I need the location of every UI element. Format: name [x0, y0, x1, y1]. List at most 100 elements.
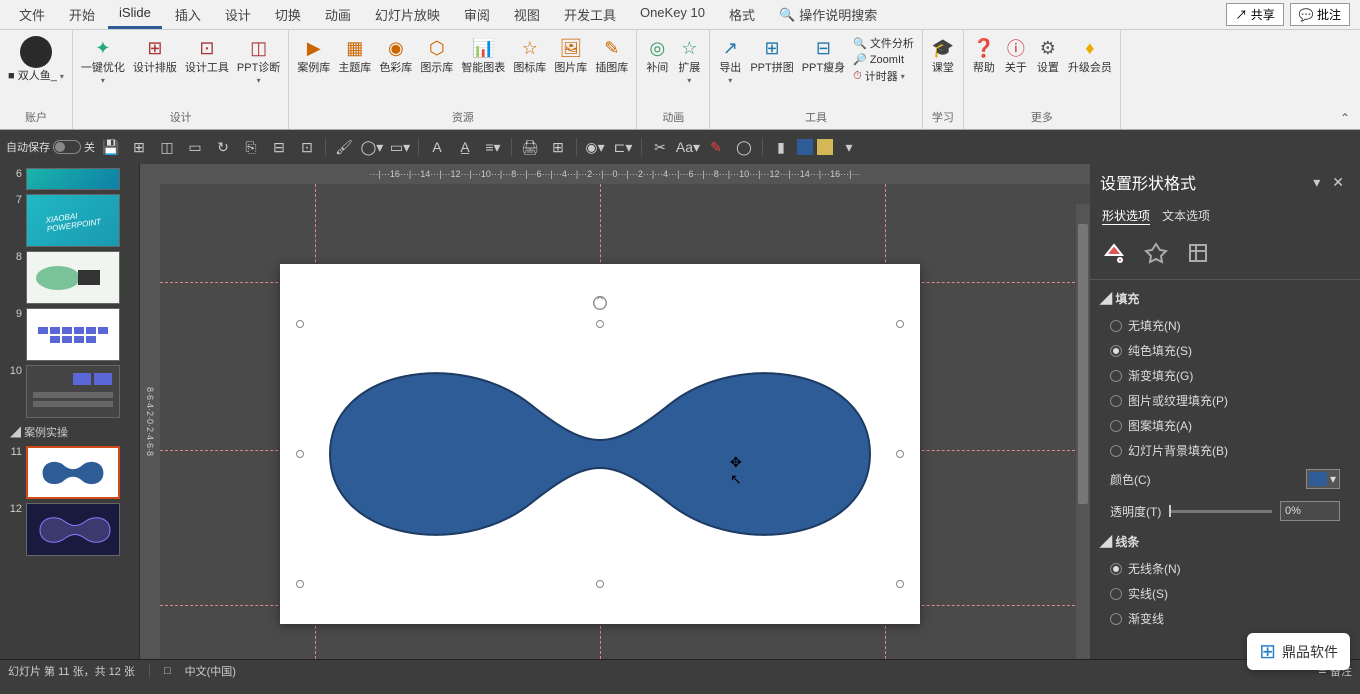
shape-selected[interactable] — [300, 324, 900, 584]
line-section[interactable]: ◢ 线条 — [1090, 527, 1360, 556]
slide-panel[interactable]: 6 7XIAOBAIPOWERPOINT 8 9 10 ◢ 案例实操 11 12 — [0, 164, 140, 659]
line-gradient[interactable]: 渐变线 — [1090, 606, 1360, 631]
tab-animation[interactable]: 动画 — [314, 0, 362, 29]
qat-btn[interactable]: ⊟ — [267, 135, 291, 159]
qat-btn[interactable]: ⊏▾ — [611, 135, 635, 159]
sel-handle[interactable] — [896, 450, 904, 458]
sel-handle[interactable] — [296, 580, 304, 588]
btn-classroom[interactable]: 🎓课堂 — [929, 34, 957, 76]
qat-color[interactable] — [817, 139, 833, 155]
line-solid[interactable]: 实线(S) — [1090, 581, 1360, 606]
btn-help[interactable]: ❓帮助 — [970, 34, 998, 76]
btn-about[interactable]: ⓘ关于 — [1002, 34, 1030, 76]
qat-btn[interactable]: Aa▾ — [676, 135, 700, 159]
tab-islide[interactable]: iSlide — [108, 0, 162, 29]
fill-line-icon[interactable] — [1100, 239, 1128, 267]
pane-menu[interactable]: ▾ — [1307, 172, 1326, 193]
tab-shape-options[interactable]: 形状选项 — [1100, 204, 1152, 227]
sel-handle[interactable] — [596, 320, 604, 328]
btn-optimize[interactable]: ✦一键优化▾ — [79, 34, 127, 87]
btn-theme-lib[interactable]: ▦主题库 — [336, 34, 373, 76]
qat-btn[interactable]: 🖌 — [332, 135, 356, 159]
canvas[interactable]: ✥↖ — [160, 184, 1090, 659]
qat-btn[interactable]: ⎘ — [239, 135, 263, 159]
fill-slide-bg[interactable]: 幻灯片背景填充(B) — [1090, 438, 1360, 463]
btn-extend[interactable]: ☆扩展▾ — [675, 34, 703, 87]
color-picker[interactable]: ▾ — [1306, 469, 1340, 489]
qat-color[interactable] — [797, 139, 813, 155]
tell-me[interactable]: 🔍 操作说明搜索 — [768, 0, 888, 29]
eyedropper-icon[interactable]: ✎ — [704, 135, 728, 159]
btn-color-lib[interactable]: ◉色彩库 — [377, 34, 414, 76]
btn-icon-lib[interactable]: ☆图标库 — [511, 34, 548, 76]
opacity-input[interactable] — [1280, 501, 1340, 521]
tab-transition[interactable]: 切换 — [264, 0, 312, 29]
section-header[interactable]: ◢ 案例实操 — [2, 420, 137, 444]
fill-solid[interactable]: 纯色填充(S) — [1090, 338, 1360, 363]
qat-btn[interactable]: A — [425, 135, 449, 159]
tab-devtools[interactable]: 开发工具 — [553, 0, 627, 29]
ribbon-collapse[interactable]: ⌃ — [1340, 111, 1360, 129]
qat-btn[interactable]: ◯▾ — [360, 135, 384, 159]
slide-thumb[interactable]: XIAOBAIPOWERPOINT — [26, 194, 120, 247]
sel-handle[interactable] — [596, 580, 604, 588]
qat-btn[interactable]: ⊡ — [295, 135, 319, 159]
qat-btn[interactable]: ◫ — [155, 135, 179, 159]
language[interactable]: 中文(中国) — [185, 663, 236, 679]
autosave-toggle[interactable]: 自动保存 关 — [6, 139, 95, 155]
account-avatar[interactable]: ■ 双人鱼_ ▾ — [6, 34, 66, 84]
fill-section[interactable]: ◢ 填充 — [1090, 284, 1360, 313]
btn-ppt-collage[interactable]: ⊞PPT拼图 — [748, 34, 795, 76]
qat-btn[interactable]: ↻ — [211, 135, 235, 159]
qat-btn[interactable]: ▭ — [183, 135, 207, 159]
opacity-slider[interactable] — [1169, 510, 1272, 513]
spell-icon[interactable]: □ — [164, 665, 171, 677]
fill-gradient[interactable]: 渐变填充(G) — [1090, 363, 1360, 388]
btn-file-analyze[interactable]: 🔍文件分析 — [851, 34, 916, 52]
btn-case-lib[interactable]: ▶案例库 — [295, 34, 332, 76]
slide-thumb[interactable] — [26, 365, 120, 418]
slide-thumb[interactable] — [26, 168, 120, 190]
size-props-icon[interactable] — [1184, 239, 1212, 267]
btn-settings[interactable]: ⚙设置 — [1034, 34, 1062, 76]
qat-btn[interactable]: ◯ — [732, 135, 756, 159]
scrollbar-vertical[interactable] — [1076, 204, 1090, 659]
btn-timer[interactable]: ⏱计时器 ▾ — [851, 67, 916, 85]
btn-tween[interactable]: ◎补间 — [643, 34, 671, 76]
tab-home[interactable]: 开始 — [58, 0, 106, 29]
qat-btn[interactable]: ▾ — [837, 135, 861, 159]
qat-btn[interactable]: ▭▾ — [388, 135, 412, 159]
btn-ppt-compress[interactable]: ⊟PPT瘦身 — [800, 34, 847, 76]
qat-btn[interactable]: ⊞ — [546, 135, 570, 159]
tab-onekey[interactable]: OneKey 10 — [629, 0, 716, 29]
btn-illust-lib[interactable]: ✎插图库 — [593, 34, 630, 76]
btn-diagram-lib[interactable]: ⬡图示库 — [418, 34, 455, 76]
sel-handle[interactable] — [296, 320, 304, 328]
effects-icon[interactable] — [1142, 239, 1170, 267]
qat-btn[interactable]: A̲ — [453, 135, 477, 159]
btn-ppt-diag[interactable]: ◫PPT诊断▾ — [235, 34, 282, 87]
btn-design-tools[interactable]: ⊡设计工具 — [183, 34, 231, 76]
tab-review[interactable]: 审阅 — [453, 0, 501, 29]
slide-thumb-selected[interactable] — [26, 446, 120, 499]
tab-design[interactable]: 设计 — [214, 0, 262, 29]
btn-zoomit[interactable]: 🔎ZoomIt — [851, 52, 916, 67]
qat-btn[interactable]: 🖨 — [518, 135, 542, 159]
tab-slideshow[interactable]: 幻灯片放映 — [364, 0, 451, 29]
tab-file[interactable]: 文件 — [8, 0, 56, 29]
save-icon[interactable]: 💾 — [99, 135, 123, 159]
comment-button[interactable]: 💬 批注 — [1290, 3, 1350, 26]
btn-layout[interactable]: ⊞设计排版 — [131, 34, 179, 76]
fill-pattern[interactable]: 图案填充(A) — [1090, 413, 1360, 438]
tab-text-options[interactable]: 文本选项 — [1160, 204, 1212, 227]
btn-upgrade[interactable]: ♦升级会员 — [1066, 34, 1114, 76]
btn-image-lib[interactable]: 🖼图片库 — [552, 34, 589, 76]
btn-smart-chart[interactable]: 📊智能图表 — [459, 34, 507, 76]
share-button[interactable]: ↗ 共享 — [1226, 3, 1283, 26]
btn-export[interactable]: ↗导出▾ — [716, 34, 744, 87]
pane-close-icon[interactable]: ✕ — [1326, 172, 1350, 193]
rotate-handle[interactable] — [591, 294, 609, 312]
tab-view[interactable]: 视图 — [503, 0, 551, 29]
tab-format[interactable]: 格式 — [718, 0, 766, 29]
qat-btn[interactable]: ≡▾ — [481, 135, 505, 159]
